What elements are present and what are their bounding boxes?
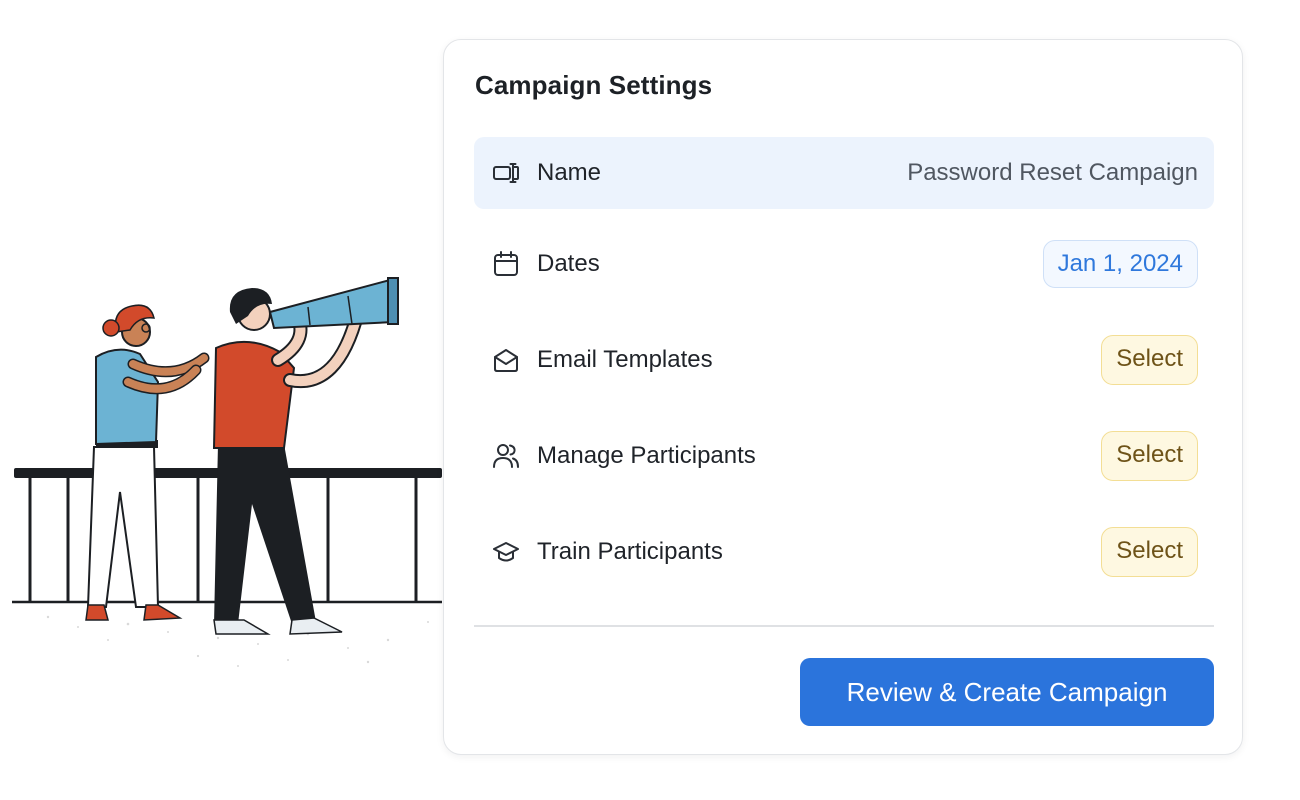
email-templates-select-button[interactable]: Select [1101,335,1198,385]
envelope-icon [491,345,521,375]
row-email-templates[interactable]: Email Templates Select [474,324,1214,396]
date-picker-pill[interactable]: Jan 1, 2024 [1042,240,1198,288]
row-label-dates: Dates [537,250,600,277]
people-telescope-illustration [12,277,442,667]
row-label-manage-participants: Manage Participants [537,442,756,469]
page: Campaign Settings Name Password Reset Ca… [0,0,1300,800]
row-label-name: Name [537,159,602,186]
train-participants-select-button[interactable]: Select [1101,527,1198,577]
review-create-campaign-button[interactable]: Review & Create Campaign [800,658,1214,726]
name-field-icon [491,158,521,188]
row-label-email-templates: Email Templates [537,346,713,373]
manage-participants-select-button[interactable]: Select [1101,431,1198,481]
row-name[interactable]: Name Password Reset Campaign [474,137,1214,209]
illustration-telescope [8,272,448,672]
row-manage-participants[interactable]: Manage Participants Select [474,420,1214,492]
card-title: Campaign Settings [475,70,713,100]
calendar-icon [491,249,521,279]
divider [474,625,1214,627]
users-icon [491,441,521,471]
row-train-participants[interactable]: Train Participants Select [474,516,1214,588]
graduation-cap-icon [491,537,521,567]
row-label-train-participants: Train Participants [537,538,723,565]
campaign-name-value: Password Reset Campaign [907,159,1198,186]
campaign-settings-card: Campaign Settings Name Password Reset Ca… [443,39,1243,755]
row-dates[interactable]: Dates Jan 1, 2024 [474,228,1214,300]
